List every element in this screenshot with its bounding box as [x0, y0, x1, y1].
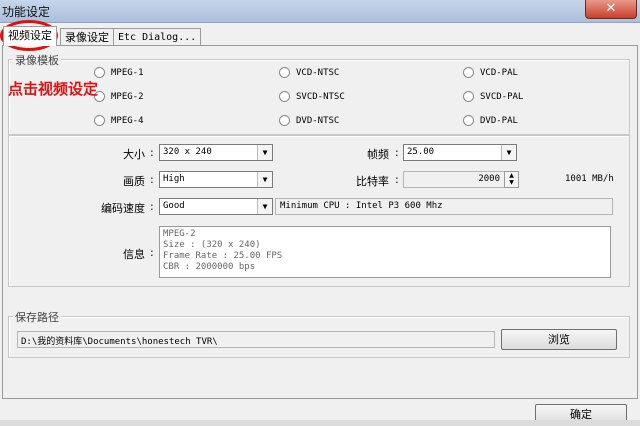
radio-dvd-ntsc[interactable]: DVD-NTSC [279, 115, 339, 126]
save-path-value: D:\我的资料库\Documents\honestech TVR\ [21, 337, 218, 347]
info-line: MPEG-2 [163, 229, 196, 239]
radio-circle [463, 91, 474, 102]
radio-label: DVD-NTSC [296, 115, 340, 126]
colon: : [150, 173, 154, 186]
colon: : [395, 173, 399, 186]
info-line: Size : (320 x 240) [163, 240, 261, 250]
radio-svcd-ntsc[interactable]: SVCD-NTSC [279, 91, 345, 102]
colon: : [395, 146, 399, 159]
info-textarea[interactable]: MPEG-2 Size : (320 x 240) Frame Rate : 2… [159, 226, 611, 278]
bitrate-input[interactable]: 2000 [403, 171, 505, 188]
tab-etc-dialog[interactable]: Etc Dialog... [113, 28, 202, 46]
radio-circle [463, 115, 474, 126]
cpu-requirement: Minimum CPU : Intel P3 600 Mhz [275, 198, 613, 215]
chevron-down-icon: ▼ [257, 145, 272, 160]
chevron-down-icon: ▼ [501, 145, 516, 160]
bitrate-label: 比特率 [356, 175, 389, 188]
colon: : [150, 200, 154, 213]
spin-up-icon: ▲ [509, 172, 514, 179]
speed-label: 编码速度 [101, 202, 145, 215]
tab-record-settings[interactable]: 录像设定 [60, 28, 114, 46]
browse-button[interactable]: 浏览 [501, 329, 617, 350]
save-path-group: 保存路径 D:\我的资料库\Documents\honestech TVR\ 浏… [8, 309, 630, 358]
template-group-label: 录像模板 [13, 52, 61, 68]
radio-label: DVD-PAL [480, 115, 518, 126]
quality-label: 画质 [123, 175, 145, 188]
quality-select[interactable]: High ▼ [159, 171, 273, 188]
radio-mpeg2[interactable]: MPEG-2 [94, 91, 144, 102]
speed-value: Good [163, 201, 185, 211]
tab-video-settings[interactable]: 视频设定 [3, 26, 57, 46]
radio-label: VCD-NTSC [296, 67, 340, 78]
window-title: 功能设定 [2, 5, 51, 19]
template-group: 录像模板 MPEG-1 VCD-NTSC VCD-PAL MPEG-2 SVCD… [8, 52, 630, 135]
radio-circle [279, 115, 290, 126]
colon: : [150, 246, 154, 259]
quality-value: High [163, 174, 185, 184]
chevron-down-icon: ▼ [257, 199, 272, 214]
radio-circle [94, 67, 105, 78]
radio-circle [94, 115, 105, 126]
radio-label: MPEG-2 [111, 91, 144, 102]
radio-svcd-pal[interactable]: SVCD-PAL [463, 91, 523, 102]
size-select[interactable]: 320 x 240 ▼ [159, 144, 273, 161]
fps-label: 帧频 [367, 148, 389, 161]
radio-label: SVCD-NTSC [296, 91, 345, 102]
encoding-group: 大小 : 320 x 240 ▼ 帧频 : 25.00 ▼ 画质 : High ▼ 比… [8, 135, 630, 287]
save-path-label: 保存路径 [13, 309, 61, 325]
fps-select[interactable]: 25.00 ▼ [403, 144, 517, 161]
annotation-text: 点击视频设定 [8, 80, 99, 98]
chevron-down-icon: ▼ [257, 172, 272, 187]
colon: : [150, 146, 154, 159]
bitrate-value: 2000 [478, 174, 500, 184]
radio-label: MPEG-4 [111, 115, 144, 126]
radio-circle [279, 67, 290, 78]
taskbar-strip [0, 420, 640, 426]
radio-label: MPEG-1 [111, 67, 144, 78]
radio-label: VCD-PAL [480, 67, 518, 78]
radio-mpeg1[interactable]: MPEG-1 [94, 67, 144, 78]
radio-label: SVCD-PAL [480, 91, 524, 102]
save-path-input[interactable]: D:\我的资料库\Documents\honestech TVR\ [17, 331, 495, 348]
fps-value: 25.00 [407, 147, 435, 157]
size-label: 大小 [123, 148, 145, 161]
tab-strip: 视频设定 录像设定 Etc Dialog... [0, 26, 640, 46]
bitrate-spinner[interactable]: ▲ ▼ [504, 171, 519, 188]
radio-dvd-pal[interactable]: DVD-PAL [463, 115, 518, 126]
info-label: 信息 [123, 248, 145, 261]
radio-vcd-pal[interactable]: VCD-PAL [463, 67, 518, 78]
close-button[interactable]: ✕ [585, 0, 637, 19]
bitrate-unit: 1001 MB/h [565, 174, 614, 184]
spin-down-icon: ▼ [509, 179, 514, 186]
speed-select[interactable]: Good ▼ [159, 198, 273, 215]
radio-vcd-ntsc[interactable]: VCD-NTSC [279, 67, 339, 78]
radio-circle [463, 67, 474, 78]
title-bar: 功能设定 ✕ [0, 0, 640, 23]
info-line: Frame Rate : 25.00 FPS [163, 251, 283, 261]
size-value: 320 x 240 [163, 147, 212, 157]
info-line: CBR : 2000000 bps [163, 262, 256, 272]
radio-mpeg4[interactable]: MPEG-4 [94, 115, 144, 126]
radio-circle [279, 91, 290, 102]
cpu-text: Minimum CPU : Intel P3 600 Mhz [280, 201, 443, 211]
